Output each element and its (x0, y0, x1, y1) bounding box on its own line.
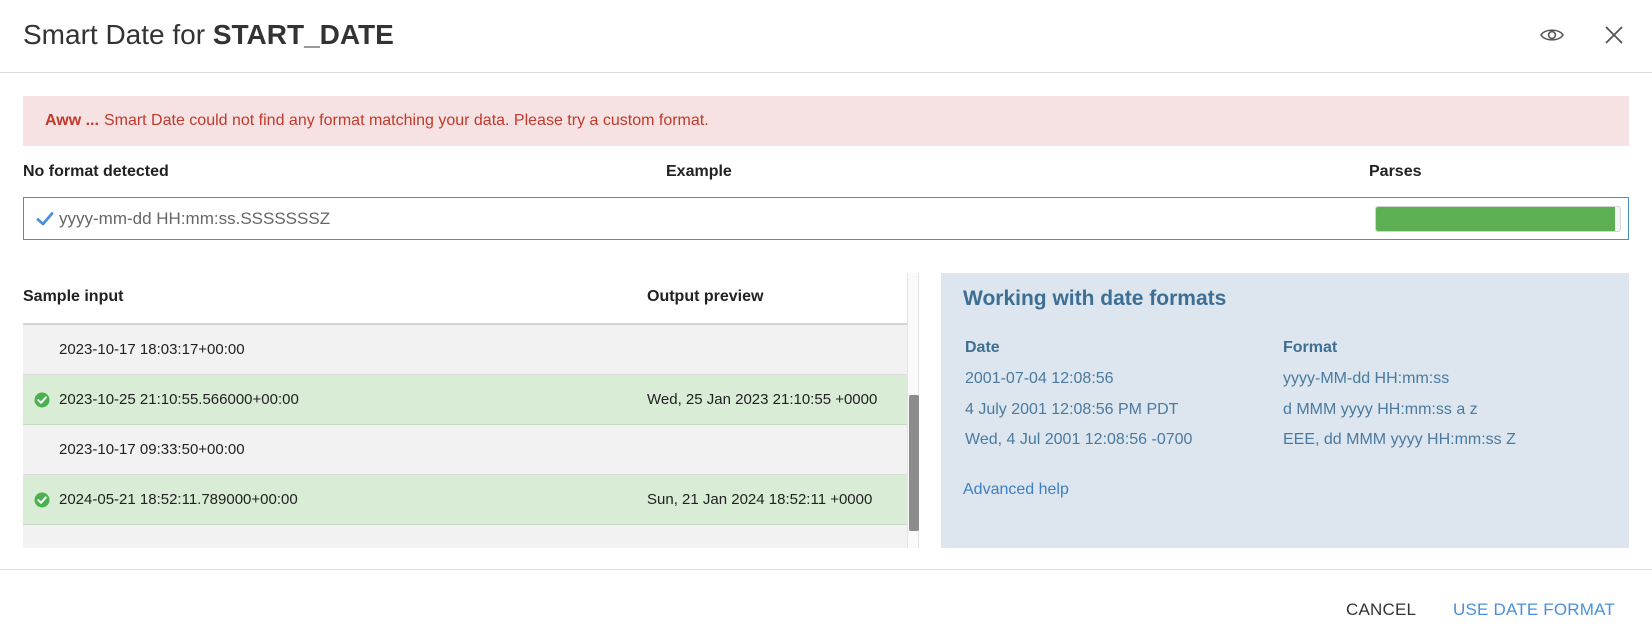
sample-table-body[interactable]: 2023-10-17 18:03:17+00:00 2023-10-25 21:… (23, 325, 907, 548)
preview-toggle-button[interactable] (1537, 20, 1567, 50)
parse-progress-bar (1375, 206, 1621, 232)
example-column-header: Example (666, 163, 732, 180)
format-row[interactable]: yyyy-mm-dd HH:mm:ss.SSSSSSSZ (23, 197, 1629, 240)
format-column-header: No format detected (23, 163, 169, 180)
check-circle-icon (34, 492, 50, 508)
close-icon (1605, 26, 1623, 44)
alert-message: Smart Date could not find any format mat… (103, 112, 709, 129)
dialog-title-prefix: Smart Date for (23, 19, 206, 50)
check-icon (36, 212, 54, 226)
sample-input-value: 2023-10-17 18:03:17+00:00 (59, 341, 245, 358)
dialog-title-column: START_DATE (212, 19, 394, 50)
alert-strong: Aww ... (45, 112, 99, 129)
close-button[interactable] (1599, 20, 1629, 50)
help-date-example: 2001-07-04 12:08:56 (965, 370, 1114, 387)
sample-input-header: Sample input (23, 288, 124, 305)
sample-table-header: Sample input Output preview (23, 273, 907, 325)
date-format-help-panel: Working with date formats Date Format 20… (941, 273, 1629, 548)
sample-input-value: 2023-10-25 21:10:55.566000+00:00 (59, 391, 299, 408)
check-circle-icon (34, 392, 50, 408)
output-preview-value: Wed, 25 Jan 2023 21:10:55 +0000 (647, 391, 878, 408)
help-date-header: Date (965, 339, 1000, 356)
help-date-example: 4 July 2001 12:08:56 PM PDT (965, 401, 1179, 418)
sample-table: Sample input Output preview 2023-10-17 1… (23, 273, 919, 548)
dialog-title: Smart Date for START_DATE (23, 19, 394, 51)
format-pattern: yyyy-mm-dd HH:mm:ss.SSSSSSSZ (59, 209, 331, 228)
error-alert: Aww ... Smart Date could not find any fo… (23, 96, 1629, 146)
help-format-example: yyyy-MM-dd HH:mm:ss (1283, 370, 1450, 387)
output-preview-header: Output preview (647, 288, 764, 305)
table-row: 2023-10-17 18:03:17+00:00 (23, 325, 907, 375)
output-preview-value: Sun, 21 Jan 2024 18:52:11 +0000 (647, 491, 873, 508)
advanced-help-link[interactable]: Advanced help (963, 481, 1069, 499)
sample-input-value: 2023-10-17 09:33:50+00:00 (59, 441, 245, 458)
smart-date-dialog: Smart Date for START_DATE Aww ... Smart … (0, 0, 1652, 642)
parse-progress-fill (1376, 207, 1616, 231)
parses-column-header: Parses (1369, 163, 1422, 180)
help-title: Working with date formats (963, 287, 1227, 310)
table-row: 2024-05-21 18:52:11.789000+00:00 Sun, 21… (23, 475, 907, 525)
footer-divider (0, 569, 1652, 570)
help-format-example: EEE, dd MMM yyyy HH:mm:ss Z (1283, 431, 1516, 448)
help-date-example: Wed, 4 Jul 2001 12:08:56 -0700 (965, 431, 1193, 448)
sample-scrollbar[interactable] (907, 273, 919, 548)
scrollbar-thumb[interactable] (909, 395, 919, 531)
sample-input-value: 2024-05-21 18:52:11.789000+00:00 (59, 491, 298, 508)
eye-icon (1540, 29, 1564, 41)
help-format-header: Format (1283, 339, 1338, 356)
dialog-header: Smart Date for START_DATE (0, 0, 1652, 73)
table-row: 2023-10-25 21:10:55.566000+00:00 Wed, 25… (23, 375, 907, 425)
table-row: 2023-10-17 09:33:50+00:00 (23, 425, 907, 475)
use-date-format-button[interactable]: USE DATE FORMAT (1453, 600, 1615, 620)
cancel-button[interactable]: CANCEL (1346, 600, 1416, 620)
help-format-example: d MMM yyyy HH:mm:ss a z (1283, 401, 1478, 418)
